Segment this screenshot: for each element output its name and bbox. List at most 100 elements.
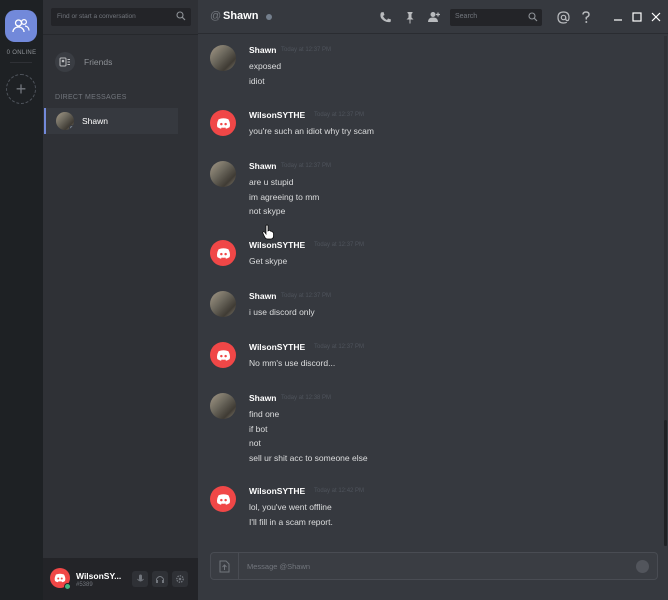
scrollbar-thumb[interactable] (664, 420, 667, 546)
avatar[interactable] (210, 161, 236, 187)
direct-messages-header: DIRECT MESSAGES (55, 94, 127, 101)
discord-logo-icon (216, 349, 230, 361)
close-button[interactable] (649, 10, 663, 24)
avatar[interactable] (210, 486, 236, 512)
dm-item-label: Shawn (82, 116, 108, 126)
message-timestamp: Today at 12:37 PM (314, 242, 365, 248)
message-line: not (249, 438, 261, 448)
message-content: you're such an idiot why try scam (249, 124, 374, 139)
message-line: I'll fill in a scam report. (249, 516, 333, 527)
help-button[interactable] (579, 10, 593, 24)
close-icon (651, 12, 661, 22)
pin-icon (406, 11, 414, 23)
message-content: find one if bot not sell ur shit acc to … (249, 407, 368, 465)
hand-cursor-icon (262, 224, 274, 240)
friends-home-button[interactable] (5, 10, 37, 42)
minimize-button[interactable] (611, 10, 625, 24)
message-timestamp: Today at 12:37 PM (314, 344, 365, 350)
deafen-button[interactable] (152, 571, 168, 587)
discord-window: 0 ONLINE + Find or start a conversation (0, 0, 668, 600)
message-line: you're such an idiot why try scam (249, 126, 374, 136)
message-timestamp: Today at 12:37 PM (314, 112, 365, 118)
rail-divider (10, 62, 32, 63)
message-line: No mm's use discord... (249, 358, 336, 368)
discord-logo-icon (216, 493, 230, 505)
message-line: exposed (249, 61, 282, 71)
message-author[interactable]: Shawn (249, 291, 276, 301)
message-author[interactable]: WilsonSYTHE (249, 342, 305, 352)
search-placeholder: Find or start a conversation (57, 13, 136, 20)
message-timestamp: Today at 12:37 PM (281, 293, 332, 299)
message-author[interactable]: WilsonSYTHE (249, 240, 305, 250)
pinned-messages-button[interactable] (403, 10, 417, 24)
message-line: are u stupid (249, 177, 294, 187)
discord-logo-icon (216, 117, 230, 129)
message-timestamp: Today at 12:37 PM (281, 163, 332, 169)
offline-status-icon (266, 14, 272, 20)
user-panel: WilsonSY... #5389 (43, 558, 198, 600)
phone-icon (379, 11, 391, 22)
user-controls (132, 571, 188, 587)
gear-icon (176, 575, 184, 583)
current-username: WilsonSY... (76, 571, 122, 581)
message-content: lol, you've went offline I'll fill in a … (249, 500, 333, 529)
message-line: i use discord only (249, 307, 315, 317)
message-content: No mm's use discord... (249, 356, 335, 371)
avatar (56, 112, 74, 130)
friends-icon (12, 18, 30, 33)
at-symbol: @ (210, 10, 222, 22)
avatar[interactable] (210, 45, 236, 71)
search-icon (528, 12, 538, 22)
message-author[interactable]: Shawn (249, 161, 276, 171)
avatar[interactable] (210, 291, 236, 317)
user-settings-button[interactable] (172, 571, 188, 587)
mention-icon (556, 10, 570, 24)
dm-item-shawn[interactable]: Shawn (44, 108, 178, 134)
online-count: 0 ONLINE (6, 50, 37, 56)
divider (43, 34, 198, 35)
message-composer: Message @Shawn (210, 552, 658, 580)
message-author[interactable]: Shawn (249, 45, 276, 55)
avatar[interactable] (210, 240, 236, 266)
chat-header: @ Shawn Search (198, 0, 668, 34)
message-timestamp: Today at 12:42 PM (314, 488, 365, 494)
search-icon (176, 11, 186, 21)
discord-logo-icon (216, 247, 230, 259)
current-user-tag: #5389 (76, 582, 93, 588)
add-server-button[interactable]: + (6, 74, 36, 104)
help-icon (582, 10, 590, 23)
microphone-icon (136, 574, 144, 582)
message-line: find one (249, 409, 280, 419)
message-timestamp: Today at 12:38 PM (281, 395, 332, 401)
add-friend-to-dm-button[interactable] (427, 10, 441, 24)
maximize-button[interactable] (630, 10, 644, 24)
headphones-icon (156, 576, 164, 583)
mute-button[interactable] (132, 571, 148, 587)
message-line: im agreeing to mm (249, 191, 320, 202)
avatar[interactable] (210, 342, 236, 368)
avatar[interactable] (210, 393, 236, 419)
maximize-icon (632, 12, 642, 22)
plus-icon: + (15, 78, 27, 99)
message-author[interactable]: Shawn (249, 393, 276, 403)
message-author[interactable]: WilsonSYTHE (249, 110, 305, 120)
mentions-button[interactable] (556, 10, 570, 24)
upload-button[interactable] (211, 553, 239, 579)
message-line: lol, you've went offline (249, 502, 332, 512)
message-line: not skype (249, 206, 286, 216)
friends-nav-item[interactable]: Friends (55, 52, 112, 72)
message-content: are u stupid im agreeing to mm not skype (249, 175, 319, 219)
friends-label: Friends (84, 57, 113, 67)
message-author[interactable]: WilsonSYTHE (249, 486, 305, 496)
message-content: Get skype (249, 254, 287, 269)
discord-logo-icon (54, 573, 66, 583)
message-search-input[interactable]: Search (450, 9, 542, 26)
emoji-picker-icon[interactable] (636, 560, 649, 573)
message-input[interactable]: Message @Shawn (247, 562, 310, 571)
status-offline-icon (69, 125, 74, 130)
message-line: idiot (249, 75, 265, 86)
avatar[interactable] (210, 110, 236, 136)
add-friend-icon (428, 12, 440, 22)
conversation-search-input[interactable]: Find or start a conversation (51, 8, 191, 26)
call-button[interactable] (378, 10, 392, 24)
